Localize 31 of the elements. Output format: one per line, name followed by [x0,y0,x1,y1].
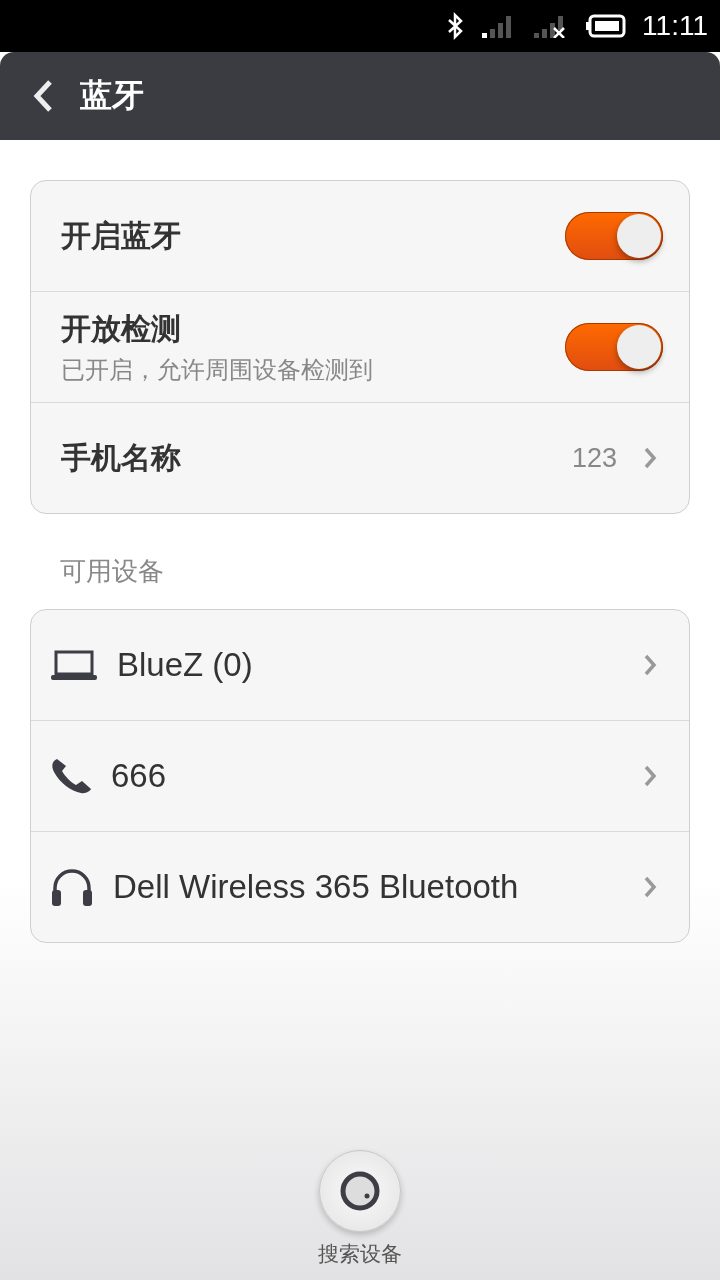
chevron-icon [643,875,657,899]
chevron-icon [643,653,657,677]
search-button[interactable] [319,1150,401,1232]
battery-icon [586,14,627,38]
headphones-icon [51,868,93,906]
laptop-icon [51,650,97,680]
chevron-icon [643,764,657,788]
back-icon[interactable] [32,79,54,113]
toggle-switch[interactable] [565,212,663,260]
setting-value: 123 [571,442,617,474]
radar-icon [338,1169,382,1213]
setting-description: 已开启，允许周围设备检测到 [61,354,374,386]
chevron-icon [643,446,657,470]
device-name: Dell Wireless 365 Bluetooth [113,868,520,906]
toggle-row[interactable]: 开放检测 已开启，允许周围设备检测到 [31,291,689,402]
device-row[interactable]: BlueZ (0) [31,610,689,720]
device-name: BlueZ (0) [117,646,254,684]
page-title: 蓝牙 [80,75,144,116]
toggle-row[interactable]: 开启蓝牙 [31,181,689,291]
device-name: 666 [111,757,168,795]
toggle-switch[interactable] [565,323,663,371]
settings-row[interactable]: 手机名称 123 [31,402,689,513]
status-time: 11:11 [642,10,708,42]
setting-label: 手机名称 [61,438,182,477]
search-label: 搜索设备 [318,1241,402,1268]
setting-label: 开启蓝牙 [61,216,182,255]
device-row[interactable]: Dell Wireless 365 Bluetooth [31,831,689,942]
phone-icon [51,758,91,794]
section-title: 可用设备 [59,555,165,588]
setting-label: 开放检测 [61,309,182,348]
device-row[interactable]: 666 [31,720,689,831]
